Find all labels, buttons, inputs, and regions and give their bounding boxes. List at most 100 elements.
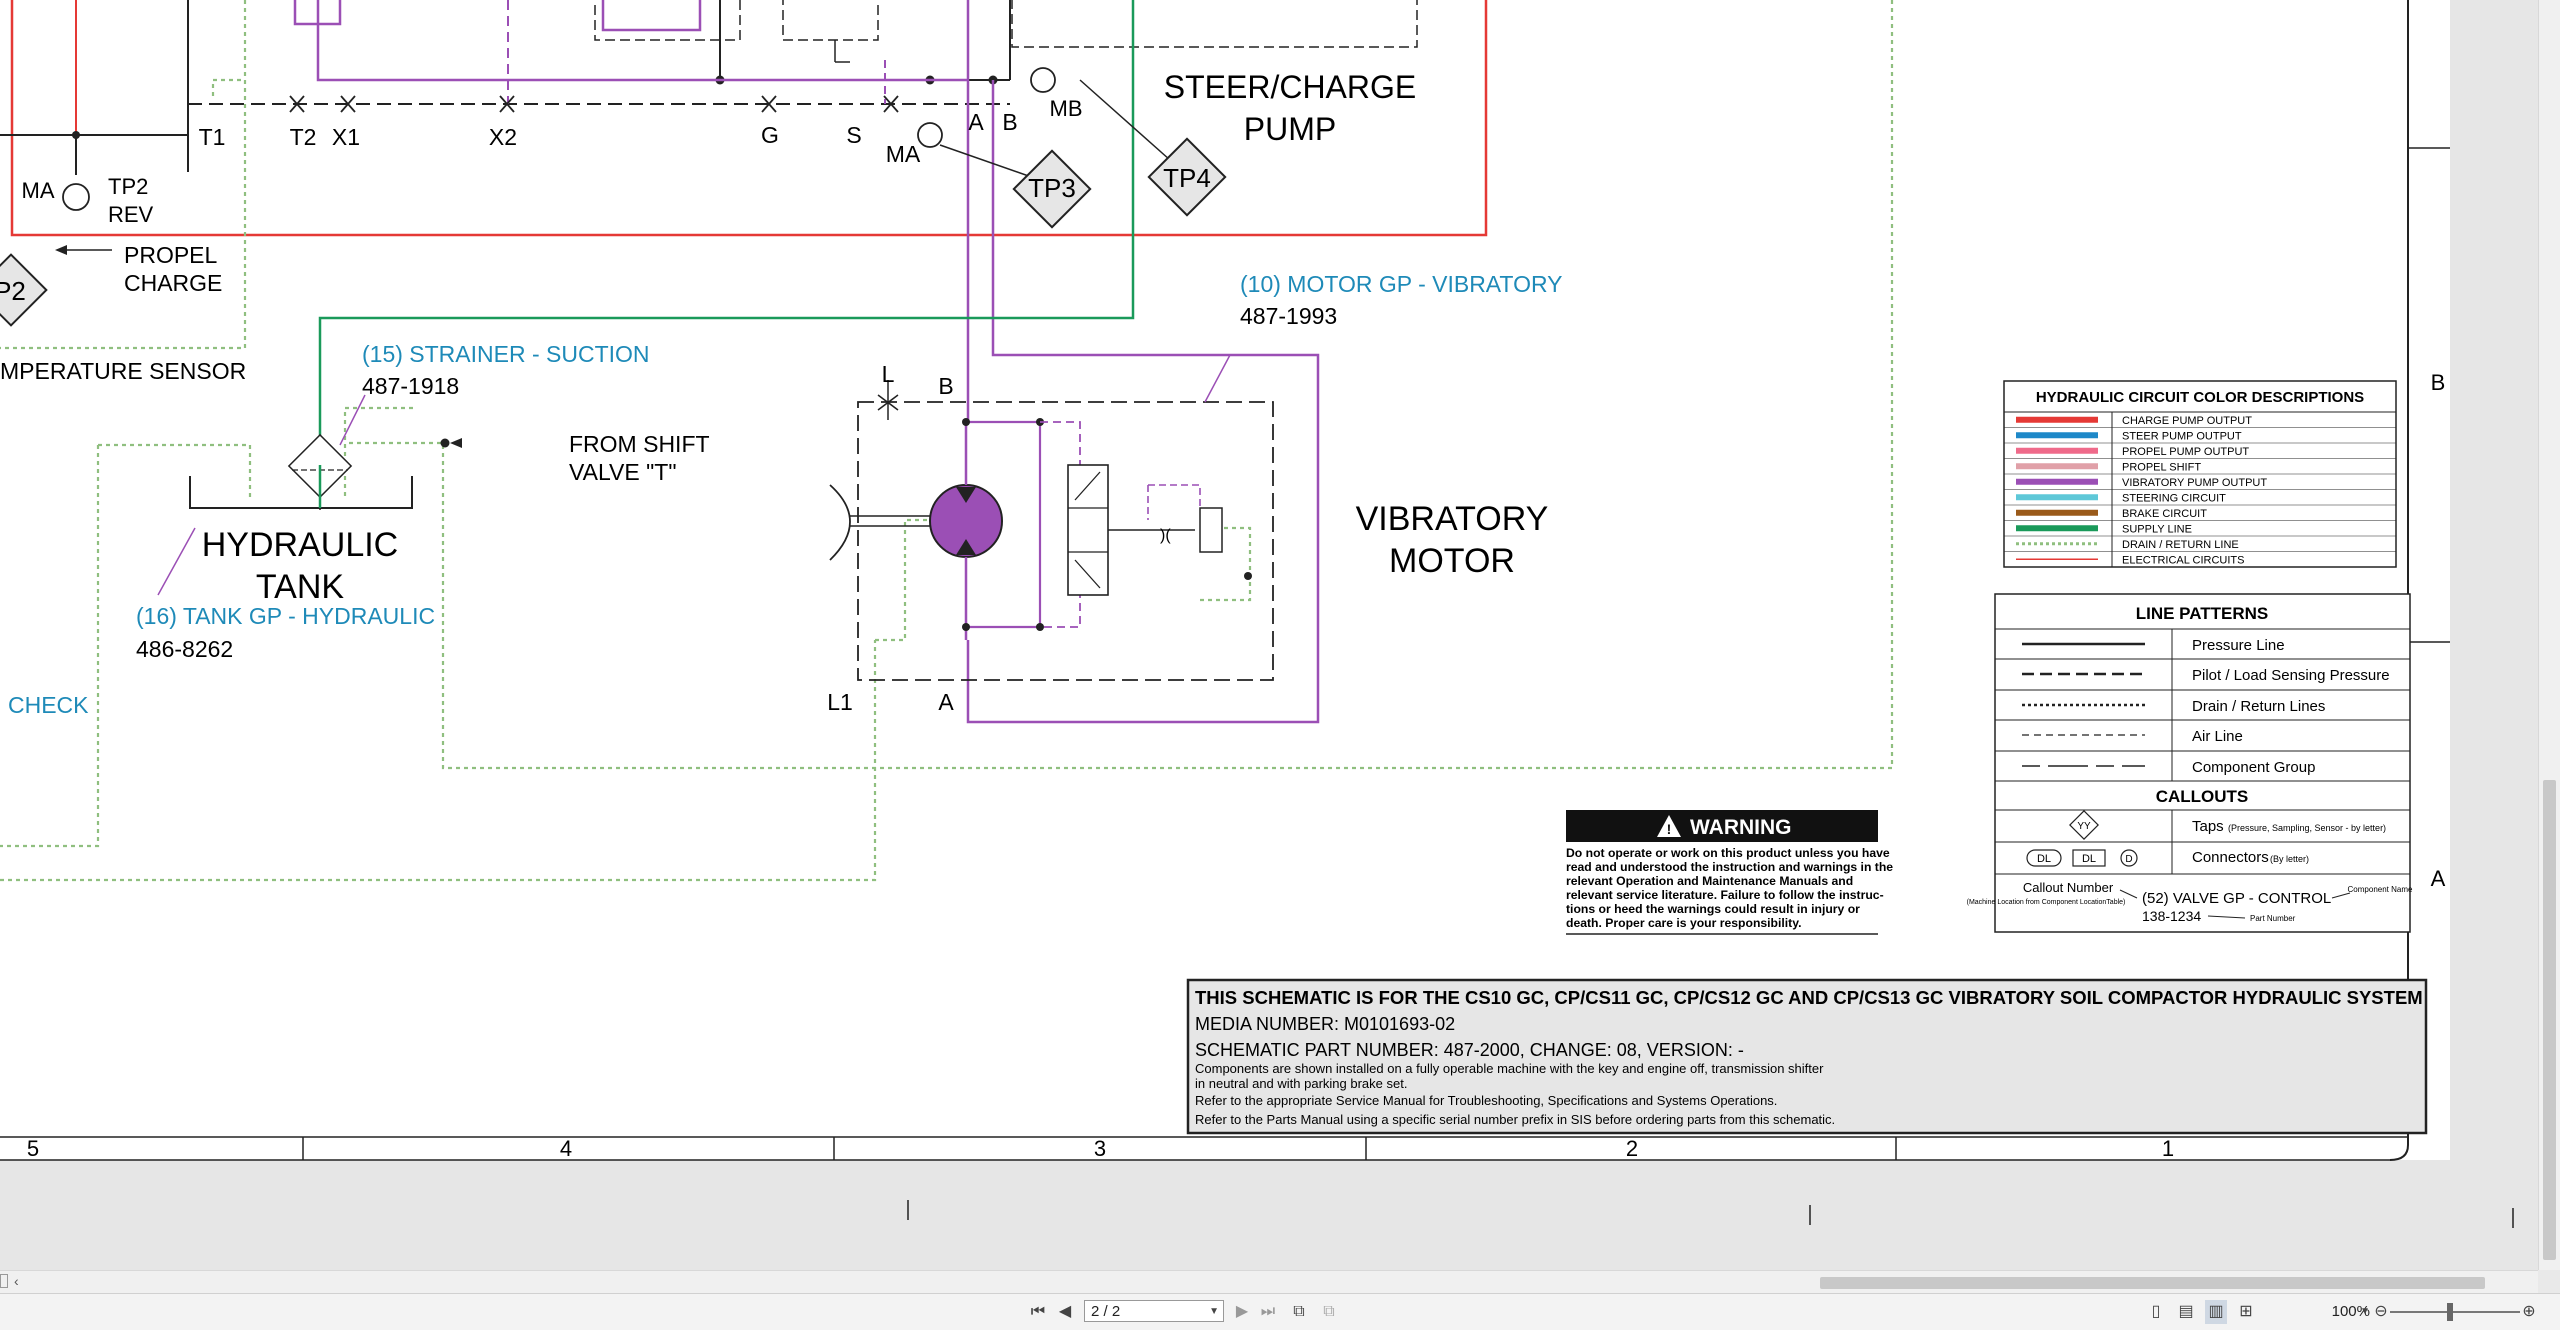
hydraulic-tank-title: HYDRAULIC — [202, 526, 398, 564]
tp2-label: TP2 — [108, 174, 148, 199]
junction-dot — [1244, 572, 1252, 580]
taps-note: (Pressure, Sampling, Sensor - by letter) — [2228, 823, 2386, 833]
connectors-label: Connectors — [2192, 849, 2269, 866]
temperature-sensor-label: MPERATURE SENSOR — [0, 358, 246, 384]
warning-line-3: relevant Operation and Maintenance Manua… — [1566, 874, 1853, 888]
motor-port-l: L — [882, 361, 895, 387]
title-note-1: Components are shown installed on a full… — [1195, 1061, 1824, 1076]
scroll-left-arrow-icon[interactable]: ‹ — [14, 1273, 19, 1289]
test-point-g: G — [761, 122, 779, 148]
junction-dot — [440, 438, 450, 448]
svg-text:!: ! — [1667, 821, 1672, 837]
page-indicator: 2 / 2 — [1091, 1303, 1121, 1320]
legend-item-label: CHARGE PUMP OUTPUT — [2122, 415, 2252, 427]
connector-symbol-label: DL — [2082, 853, 2096, 865]
fit-width-icon[interactable]: ⧉ — [1318, 1300, 1340, 1324]
column-number-3: 3 — [1094, 1136, 1106, 1161]
legend-item-label: BRAKE CIRCUIT — [2122, 508, 2207, 520]
connector-symbol-label: DL — [2037, 853, 2051, 865]
next-page-icon[interactable]: ▶ — [1232, 1300, 1252, 1324]
callout-number-label: Callout Number — [2023, 880, 2114, 895]
callout-example-part: 138-1234 — [2142, 908, 2201, 924]
tp2-check-valve-icon — [62, 183, 90, 211]
propel-charge-label: PROPEL — [124, 242, 218, 268]
zoom-in-icon[interactable]: ⊕ — [2520, 1300, 2538, 1324]
warning-line-2: read and understood the instruction and … — [1566, 860, 1893, 874]
document-viewer: 5 4 3 2 1 B A T1 T2 X1 X2 G S A B MB MA … — [0, 0, 2560, 1330]
last-page-icon[interactable]: ⏭ — [1258, 1300, 1278, 1324]
connector-symbol-label: D — [2125, 854, 2132, 865]
check-valve-icon — [917, 122, 943, 148]
callout-example: (52) VALVE GP - CONTROL — [2142, 890, 2331, 907]
motor-port-b: B — [938, 373, 953, 399]
check-label: CHECK — [8, 692, 89, 718]
vertical-scroll-thumb[interactable] — [2543, 780, 2556, 1260]
schematic-part-number: SCHEMATIC PART NUMBER: 487-2000, CHANGE:… — [1195, 1040, 1744, 1060]
column-number-5: 5 — [27, 1136, 39, 1161]
tp4-label: TP4 — [1163, 163, 1211, 193]
zoom-slider-thumb[interactable] — [2447, 1303, 2453, 1321]
from-shift-label-2: VALVE "T" — [569, 459, 677, 485]
continuous-two-page-icon[interactable]: ⊞ — [2235, 1300, 2257, 1324]
page-number-field[interactable]: 2 / 2 ▼ — [1084, 1300, 1224, 1322]
zoom-dropdown-icon[interactable]: ▼ — [2358, 1300, 2372, 1324]
title-note-2: in neutral and with parking brake set. — [1195, 1076, 1407, 1091]
legend-item-label: STEER PUMP OUTPUT — [2122, 430, 2242, 442]
warning-title: WARNING — [1690, 816, 1792, 839]
page-canvas: 5 4 3 2 1 B A T1 T2 X1 X2 G S A B MB MA … — [0, 0, 2538, 1270]
connectors-note: (By letter) — [2270, 854, 2309, 864]
strainer-part-number: 487-1918 — [362, 373, 459, 399]
pattern-drain-line: Drain / Return Lines — [2192, 698, 2325, 715]
callout-number-note: (Machine Location from Component Locatio… — [1967, 899, 2126, 906]
single-page-view-icon[interactable]: ▯ — [2145, 1300, 2167, 1324]
previous-page-icon[interactable]: ◀ — [1055, 1300, 1075, 1324]
motor-callout: (10) MOTOR GP - VIBRATORY — [1240, 271, 1563, 297]
steer-charge-pump-title: STEER/CHARGE — [1164, 69, 1416, 105]
horizontal-scroll-thumb[interactable] — [1820, 1277, 2485, 1289]
warning-line-4: relevant service literature. Failure to … — [1566, 888, 1884, 902]
warning-line-1: Do not operate or work on this product u… — [1566, 846, 1890, 860]
tp2-badge-label: P2 — [0, 276, 26, 306]
legend-item-label: PROPEL SHIFT — [2122, 461, 2201, 473]
motor-port-a: A — [938, 689, 954, 715]
two-page-view-icon[interactable]: ▥ — [2205, 1300, 2227, 1324]
rev-label: REV — [108, 202, 154, 227]
zoom-slider[interactable] — [2390, 1311, 2520, 1313]
fit-page-icon[interactable]: ⧉ — [1288, 1300, 1310, 1324]
pattern-component-group: Component Group — [2192, 759, 2315, 776]
zoom-out-icon[interactable]: ⊖ — [2372, 1300, 2390, 1324]
hydraulic-schematic: 5 4 3 2 1 B A T1 T2 X1 X2 G S A B MB MA … — [0, 0, 2514, 1228]
vibratory-motor-title-2: MOTOR — [1389, 542, 1515, 580]
port-ma-label: MA — [886, 141, 921, 167]
port-b-label: B — [1002, 109, 1017, 135]
title-block: THIS SCHEMATIC IS FOR THE CS10 GC, CP/CS… — [1186, 978, 2428, 1135]
junction-dot — [1036, 623, 1044, 631]
vertical-scrollbar[interactable] — [2538, 0, 2560, 1270]
test-point-x1: X1 — [332, 124, 360, 150]
title-note-4: Refer to the Parts Manual using a specif… — [1195, 1112, 1835, 1127]
tank-callout: (16) TANK GP - HYDRAULIC — [136, 603, 435, 629]
warning-box: ! WARNING Do not operate or work on this… — [1566, 810, 1893, 935]
legend-item-label: PROPEL PUMP OUTPUT — [2122, 446, 2249, 458]
junction-dot — [962, 418, 970, 426]
column-number-1: 1 — [2162, 1136, 2174, 1161]
chevron-down-icon[interactable]: ▼ — [1209, 1301, 1219, 1323]
tap-symbol-label: YY — [2077, 821, 2091, 832]
legend-item-label: STEERING CIRCUIT — [2122, 492, 2226, 504]
horizontal-scrollbar[interactable]: ‹ — [0, 1270, 2538, 1293]
steer-charge-pump-title-2: PUMP — [1244, 111, 1336, 147]
legend-item-label: ELECTRICAL CIRCUITS — [2122, 554, 2244, 566]
pattern-pressure-line: Pressure Line — [2192, 637, 2285, 654]
motor-part-number: 487-1993 — [1240, 303, 1337, 329]
continuous-view-icon[interactable]: ▤ — [2175, 1300, 2197, 1324]
color-legend: HYDRAULIC CIRCUIT COLOR DESCRIPTIONS CHA… — [2003, 380, 2397, 568]
port-mb-label: MB — [1050, 96, 1083, 121]
warning-line-6: death. Proper care is your responsibilit… — [1566, 916, 1801, 930]
propel-charge-label-2: CHARGE — [124, 270, 222, 296]
color-legend-title: HYDRAULIC CIRCUIT COLOR DESCRIPTIONS — [2036, 389, 2364, 406]
from-shift-label: FROM SHIFT — [569, 431, 710, 457]
pattern-air-line: Air Line — [2192, 728, 2243, 745]
first-page-icon[interactable]: ⏮ — [1028, 1300, 1048, 1324]
viewer-toolbar: ⏮ ◀ 2 / 2 ▼ ▶ ⏭ ⧉ ⧉ ▯ ▤ ▥ ⊞ 100% ▼ ⊖ ⊕ — [0, 1293, 2560, 1330]
tp3-label: TP3 — [1028, 173, 1076, 203]
